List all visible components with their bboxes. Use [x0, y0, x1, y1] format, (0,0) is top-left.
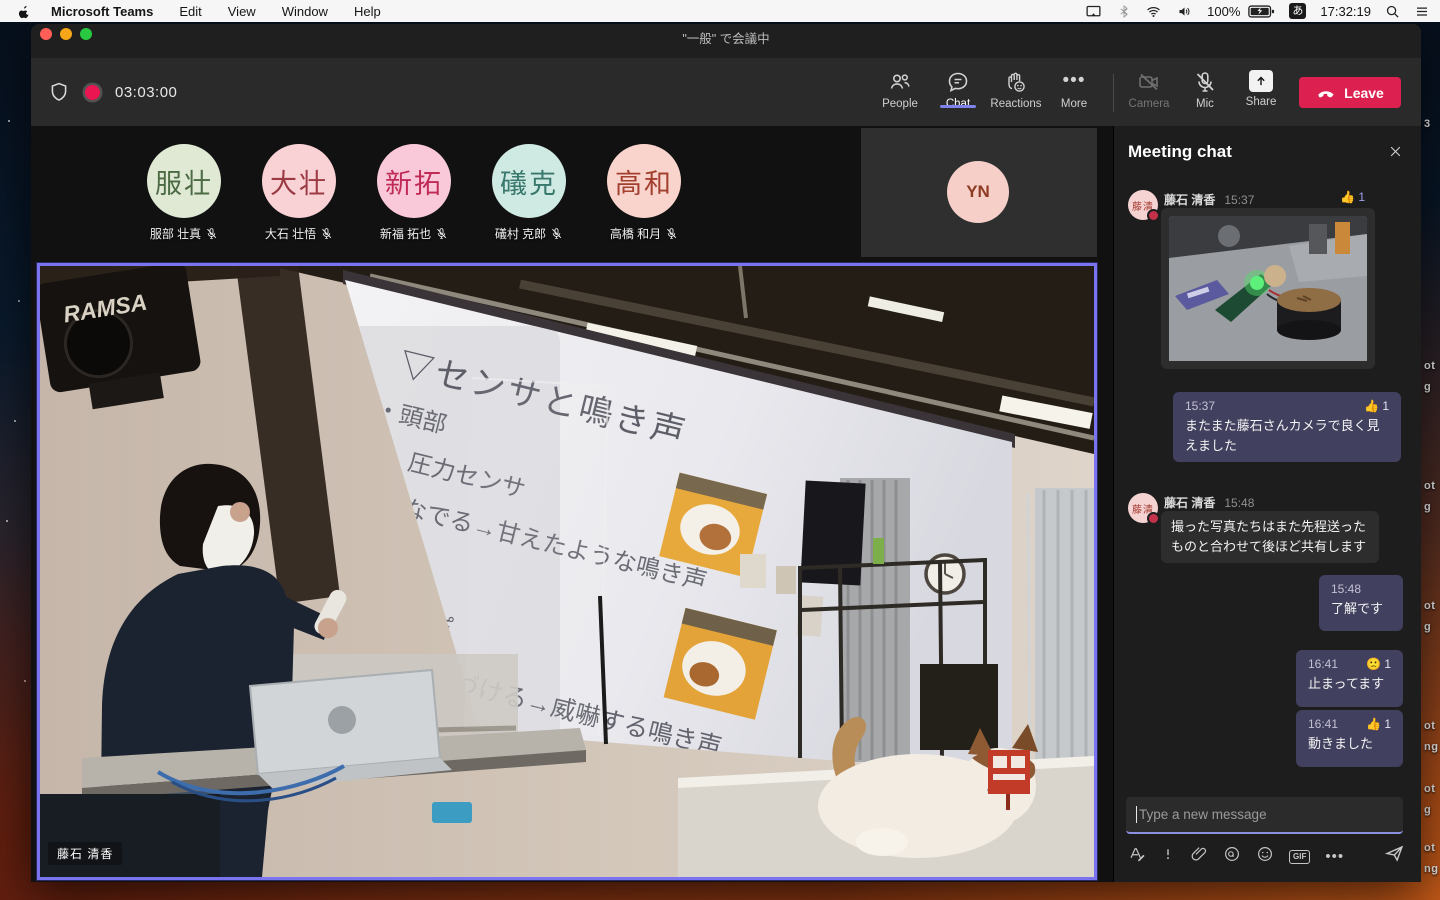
close-chat-icon[interactable]	[1388, 144, 1403, 164]
chat-button[interactable]: Chat	[929, 62, 987, 110]
battery-percent: 100%	[1207, 3, 1241, 19]
display-mirroring-icon[interactable]	[1084, 3, 1103, 20]
menubar-app-name[interactable]: Microsoft Teams	[51, 4, 153, 19]
participant-tile[interactable]: 高和 高橋 和月	[570, 144, 718, 242]
menu-edit[interactable]: Edit	[179, 4, 201, 19]
window-titlebar: "一般" で会議中	[31, 24, 1421, 58]
wifi-icon[interactable]	[1145, 4, 1162, 19]
compose-toolbar: GIF •••	[1128, 845, 1344, 868]
own-message-bubble: 15:48 了解です	[1319, 575, 1403, 631]
chat-photo[interactable]	[1169, 216, 1367, 364]
meeting-stage: 服壮 服部 壮真 大壮 大石 壮悟 新拓 新福 拓也 礒克 礒村 克郎 高和 高…	[31, 126, 1113, 882]
recording-indicator-icon	[85, 84, 100, 100]
message-reaction[interactable]: 👍 1	[1340, 190, 1365, 204]
chat-input[interactable]: Type a new message	[1126, 797, 1403, 834]
send-message-icon[interactable]	[1384, 843, 1405, 869]
shield-icon	[48, 81, 70, 103]
classroom-scene: ▽センサと鳴き声 ・頭部 圧力センサ なでる→甘えたような鳴き声 ・しっぽ 手を…	[40, 266, 1094, 877]
menu-help[interactable]: Help	[354, 4, 381, 19]
laptop	[248, 668, 452, 788]
avatar: 礒克	[492, 144, 566, 218]
spotlight-avatar: YN	[947, 161, 1009, 223]
own-message-bubble: 16:41 🙁 1 止まってます	[1296, 650, 1403, 707]
sender-avatar: 藤清	[1128, 190, 1160, 222]
message-header: 藤石 清香 15:37	[1164, 192, 1255, 208]
avatar: 高和	[607, 144, 681, 218]
format-icon[interactable]	[1128, 845, 1146, 868]
text-caret	[1136, 806, 1137, 823]
importance-icon[interactable]	[1161, 845, 1175, 868]
window-title: "一般" で会議中	[682, 32, 770, 46]
message-reaction[interactable]: 👍 1	[1364, 399, 1389, 413]
gif-icon[interactable]: GIF	[1289, 849, 1311, 864]
main-video-tile[interactable]: ▽センサと鳴き声 ・頭部 圧力センサ なでる→甘えたような鳴き声 ・しっぽ 手を…	[37, 263, 1097, 880]
thumbs-up-emoji: 👍	[1340, 190, 1356, 204]
input-placeholder: Type a new message	[1139, 807, 1267, 822]
mic-off-icon	[435, 227, 448, 240]
meeting-timer: 03:03:00	[115, 83, 178, 101]
people-button[interactable]: People	[871, 62, 929, 110]
message-bubble-photo	[1161, 208, 1375, 369]
menubar-clock[interactable]: 17:32:19	[1320, 4, 1371, 19]
meeting-chat-panel: Meeting chat 藤清 藤石 清香 15:37 👍 1 15:37 👍 …	[1113, 126, 1421, 882]
mic-off-icon	[550, 227, 563, 240]
chat-messages: 藤清 藤石 清香 15:37 👍 1 15:37 👍 1 またまた藤石さんカメラ…	[1114, 184, 1421, 784]
avatar: 服壮	[147, 144, 221, 218]
leave-button[interactable]: Leave	[1299, 77, 1401, 108]
mic-button[interactable]: Mic	[1176, 62, 1234, 110]
chat-title: Meeting chat	[1128, 142, 1232, 161]
share-button[interactable]: Share	[1232, 62, 1290, 108]
chat-header: Meeting chat	[1114, 126, 1421, 182]
more-compose-options-icon[interactable]: •••	[1325, 849, 1344, 864]
message-reaction[interactable]: 👍 1	[1366, 717, 1391, 731]
message-reaction[interactable]: 🙁 1	[1366, 657, 1391, 671]
more-button[interactable]: ••• More	[1045, 62, 1103, 110]
reactions-button[interactable]: Reactions	[987, 62, 1045, 110]
video-name-tag: 藤石 清香	[48, 842, 123, 865]
own-message-bubble: 16:41 👍 1 動きました	[1296, 710, 1403, 767]
wall-speaker	[800, 480, 866, 586]
own-message-bubble: 15:37 👍 1 またまた藤石さんカメラで良く見えました	[1173, 392, 1401, 462]
toolbar-divider	[1113, 74, 1114, 112]
mic-off-icon	[205, 227, 218, 240]
mic-off-icon	[320, 227, 333, 240]
camera-button[interactable]: Camera	[1120, 62, 1178, 110]
share-up-arrow-icon	[1249, 70, 1273, 92]
message-header: 藤石 清香 15:48	[1164, 495, 1255, 511]
notification-center-icon[interactable]	[1414, 4, 1430, 19]
participant-tile-yn[interactable]: YN	[861, 128, 1097, 257]
battery-charging-icon[interactable]	[1248, 4, 1275, 19]
menu-view[interactable]: View	[228, 4, 256, 19]
mic-off-icon	[665, 227, 678, 240]
avatar: 新拓	[377, 144, 451, 218]
input-source-icon[interactable]: あ	[1289, 3, 1307, 19]
frown-emoji: 🙁	[1366, 657, 1382, 671]
menu-window[interactable]: Window	[282, 4, 328, 19]
emoji-icon[interactable]	[1256, 845, 1274, 868]
desktop: { "menubar": { "app_name": "Microsoft Te…	[0, 0, 1440, 900]
sticker-icon[interactable]	[1223, 845, 1241, 868]
thumbs-up-emoji: 👍	[1366, 717, 1382, 731]
hangup-icon	[1316, 83, 1336, 103]
message-bubble: 撮った写真たちはまた先程送ったものと合わせて後ほど共有します	[1161, 511, 1379, 563]
volume-icon[interactable]	[1176, 4, 1193, 19]
apple-menu[interactable]	[18, 4, 33, 19]
bluetooth-icon[interactable]	[1117, 4, 1131, 19]
teams-window: "一般" で会議中 03:03:00 People Chat Reactions…	[31, 24, 1421, 882]
thumbs-up-emoji: 👍	[1364, 399, 1380, 413]
macos-menubar: Microsoft Teams Edit View Window Help 10…	[0, 0, 1440, 22]
sender-avatar: 藤清	[1128, 493, 1160, 525]
spotlight-search-icon[interactable]	[1385, 4, 1400, 19]
avatar: 大壮	[262, 144, 336, 218]
meeting-toolbar: 03:03:00 People Chat Reactions ••• More	[31, 58, 1421, 126]
attach-icon[interactable]	[1190, 845, 1208, 868]
